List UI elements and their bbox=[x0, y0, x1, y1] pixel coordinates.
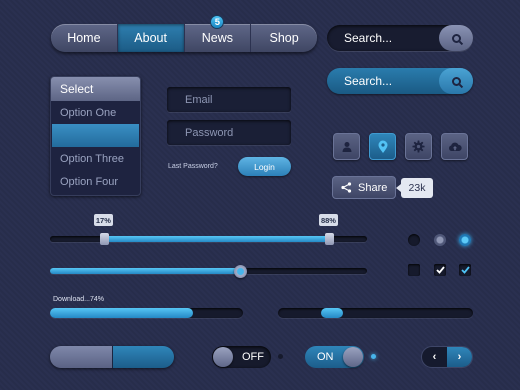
segment-left[interactable] bbox=[50, 346, 112, 368]
checkmark-icon bbox=[435, 266, 445, 274]
share-count: 23k bbox=[396, 178, 433, 198]
chevron-left-icon[interactable]: ‹ bbox=[422, 347, 447, 367]
segmented-control bbox=[50, 346, 174, 368]
status-dot-on bbox=[371, 354, 376, 359]
pager-arrows: ‹ › bbox=[421, 346, 473, 368]
nav-label: News bbox=[201, 31, 233, 45]
checkbox-checked[interactable] bbox=[434, 264, 446, 276]
checkbox-empty[interactable] bbox=[408, 264, 420, 276]
range-handle-high[interactable] bbox=[324, 233, 334, 245]
select-option[interactable]: Option One bbox=[51, 101, 140, 124]
search-placeholder: Search... bbox=[344, 31, 393, 45]
toggle-off-label: OFF bbox=[242, 351, 264, 363]
nav-label: Home bbox=[67, 31, 101, 45]
radio-hover[interactable] bbox=[434, 234, 446, 246]
search-button[interactable] bbox=[439, 25, 473, 51]
status-dot-off bbox=[278, 354, 283, 359]
checkbox-checked-blue[interactable] bbox=[459, 264, 471, 276]
select-option-highlighted[interactable] bbox=[52, 124, 139, 147]
search-placeholder: Search... bbox=[344, 74, 393, 88]
location-pin-icon bbox=[378, 140, 387, 153]
share-label: Share bbox=[358, 181, 388, 194]
select-dropdown: Select Option One Option Three Option Fo… bbox=[50, 76, 141, 196]
range-handle-low[interactable] bbox=[99, 233, 109, 245]
search-button[interactable] bbox=[439, 68, 473, 94]
value-slider-fill bbox=[50, 268, 241, 274]
location-button[interactable] bbox=[369, 133, 396, 160]
checkmark-icon bbox=[460, 266, 470, 274]
scrollbar-thumb[interactable] bbox=[320, 308, 343, 318]
download-progress-bar bbox=[50, 308, 243, 318]
chevron-right-icon[interactable]: › bbox=[447, 347, 472, 367]
toggle-knob bbox=[343, 347, 363, 367]
share-button[interactable]: Share bbox=[332, 176, 396, 199]
range-tooltip-low: 17% bbox=[93, 214, 113, 226]
nav-item-news[interactable]: News 5 bbox=[185, 15, 252, 52]
range-tooltip-high: 88% bbox=[318, 214, 338, 226]
nav-label: Shop bbox=[269, 31, 299, 45]
share-icon bbox=[341, 182, 352, 193]
radio-empty[interactable] bbox=[408, 234, 420, 246]
user-icon bbox=[342, 141, 351, 152]
select-option[interactable]: Option Four bbox=[51, 170, 140, 193]
search-icon bbox=[451, 76, 461, 86]
settings-button[interactable] bbox=[405, 133, 432, 160]
email-field[interactable] bbox=[167, 87, 291, 112]
gear-icon bbox=[412, 140, 425, 153]
download-progress-fill bbox=[50, 308, 193, 318]
nav-label: About bbox=[134, 31, 167, 45]
select-option[interactable]: Option Three bbox=[51, 147, 140, 170]
nav-item-about[interactable]: About bbox=[117, 24, 185, 52]
segment-right[interactable] bbox=[111, 346, 174, 368]
download-label: Download...74% bbox=[53, 296, 104, 303]
toggle-on[interactable]: ON bbox=[305, 346, 364, 368]
range-slider-fill bbox=[103, 236, 329, 242]
nav-item-shop[interactable]: Shop bbox=[251, 24, 317, 52]
search-icon bbox=[451, 33, 461, 43]
radio-selected[interactable] bbox=[459, 234, 471, 246]
main-nav: Home About News 5 Shop bbox=[51, 15, 317, 52]
search-bar-blue[interactable]: Search... bbox=[327, 68, 473, 94]
lost-password-link[interactable]: Last Password? bbox=[168, 163, 218, 170]
toggle-off[interactable]: OFF bbox=[212, 346, 271, 368]
value-slider[interactable] bbox=[50, 264, 367, 278]
range-slider[interactable]: 17% 88% bbox=[50, 214, 367, 245]
toggle-knob bbox=[213, 347, 233, 367]
toggle-on-label: ON bbox=[317, 351, 334, 363]
cloud-upload-icon bbox=[448, 142, 462, 151]
login-button[interactable]: Login bbox=[238, 157, 291, 176]
notification-badge: 5 bbox=[210, 15, 225, 29]
nav-item-home[interactable]: Home bbox=[51, 24, 118, 52]
password-field[interactable] bbox=[167, 120, 291, 145]
select-header[interactable]: Select bbox=[51, 77, 140, 101]
user-button[interactable] bbox=[333, 133, 360, 160]
search-bar-dark[interactable]: Search... bbox=[327, 25, 473, 51]
upload-button[interactable] bbox=[441, 133, 468, 160]
value-slider-knob[interactable] bbox=[234, 264, 248, 278]
scrollbar-track[interactable] bbox=[278, 308, 473, 318]
